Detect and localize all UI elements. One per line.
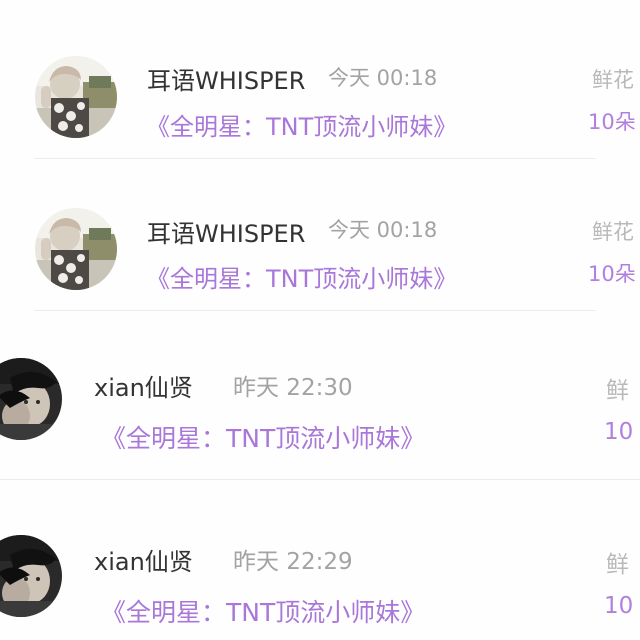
user-photo-icon <box>35 208 117 290</box>
comment-card[interactable]: 耳语WHISPER 今天 00:18 《全明星：TNT顶流小师妹》 鲜花 10朵 <box>0 0 640 163</box>
username[interactable]: 耳语WHISPER <box>147 61 305 96</box>
gift-count: 10朵 <box>588 110 636 134</box>
comment-card[interactable]: 耳语WHISPER 今天 00:18 《全明星：TNT顶流小师妹》 鲜花 10朵 <box>0 163 640 313</box>
gift-count: 10 <box>604 593 634 619</box>
timestamp: 昨天 22:29 <box>233 549 353 575</box>
book-title-link[interactable]: 《全明星：TNT顶流小师妹》 <box>101 593 425 629</box>
book-title-link[interactable]: 《全明星：TNT顶流小师妹》 <box>146 259 457 294</box>
timestamp: 今天 00:18 <box>328 218 438 242</box>
comment-card[interactable]: xian仙贤 昨天 22:29 《全明星：TNT顶流小师妹》 鲜 10 <box>0 485 640 640</box>
avatar[interactable] <box>0 358 62 440</box>
book-title-link[interactable]: 《全明星：TNT顶流小师妹》 <box>101 419 425 455</box>
row-divider <box>0 479 640 480</box>
avatar[interactable] <box>35 208 117 290</box>
username[interactable]: xian仙贤 <box>94 368 193 403</box>
gift-count: 10朵 <box>588 262 636 286</box>
book-title-link[interactable]: 《全明星：TNT顶流小师妹》 <box>146 107 457 142</box>
comment-card[interactable]: xian仙贤 昨天 22:30 《全明星：TNT顶流小师妹》 鲜 10 <box>0 313 640 485</box>
avatar[interactable] <box>0 535 62 617</box>
row-divider <box>34 310 596 311</box>
gift-label: 鲜花 <box>592 220 634 244</box>
user-photo-icon <box>0 535 62 617</box>
timestamp: 今天 00:18 <box>328 66 438 90</box>
timestamp: 昨天 22:30 <box>233 375 353 401</box>
username[interactable]: xian仙贤 <box>94 542 193 577</box>
row-divider <box>34 158 596 159</box>
user-photo-icon <box>35 56 117 138</box>
gift-label: 鲜花 <box>592 68 634 92</box>
gift-label: 鲜 <box>606 378 629 404</box>
gift-record-page: 耳语WHISPER 今天 00:18 《全明星：TNT顶流小师妹》 鲜花 10朵 <box>0 0 640 640</box>
user-photo-icon <box>0 358 62 440</box>
gift-count: 10 <box>604 419 634 445</box>
username[interactable]: 耳语WHISPER <box>147 214 305 249</box>
gift-label: 鲜 <box>606 552 629 578</box>
avatar[interactable] <box>35 56 117 138</box>
